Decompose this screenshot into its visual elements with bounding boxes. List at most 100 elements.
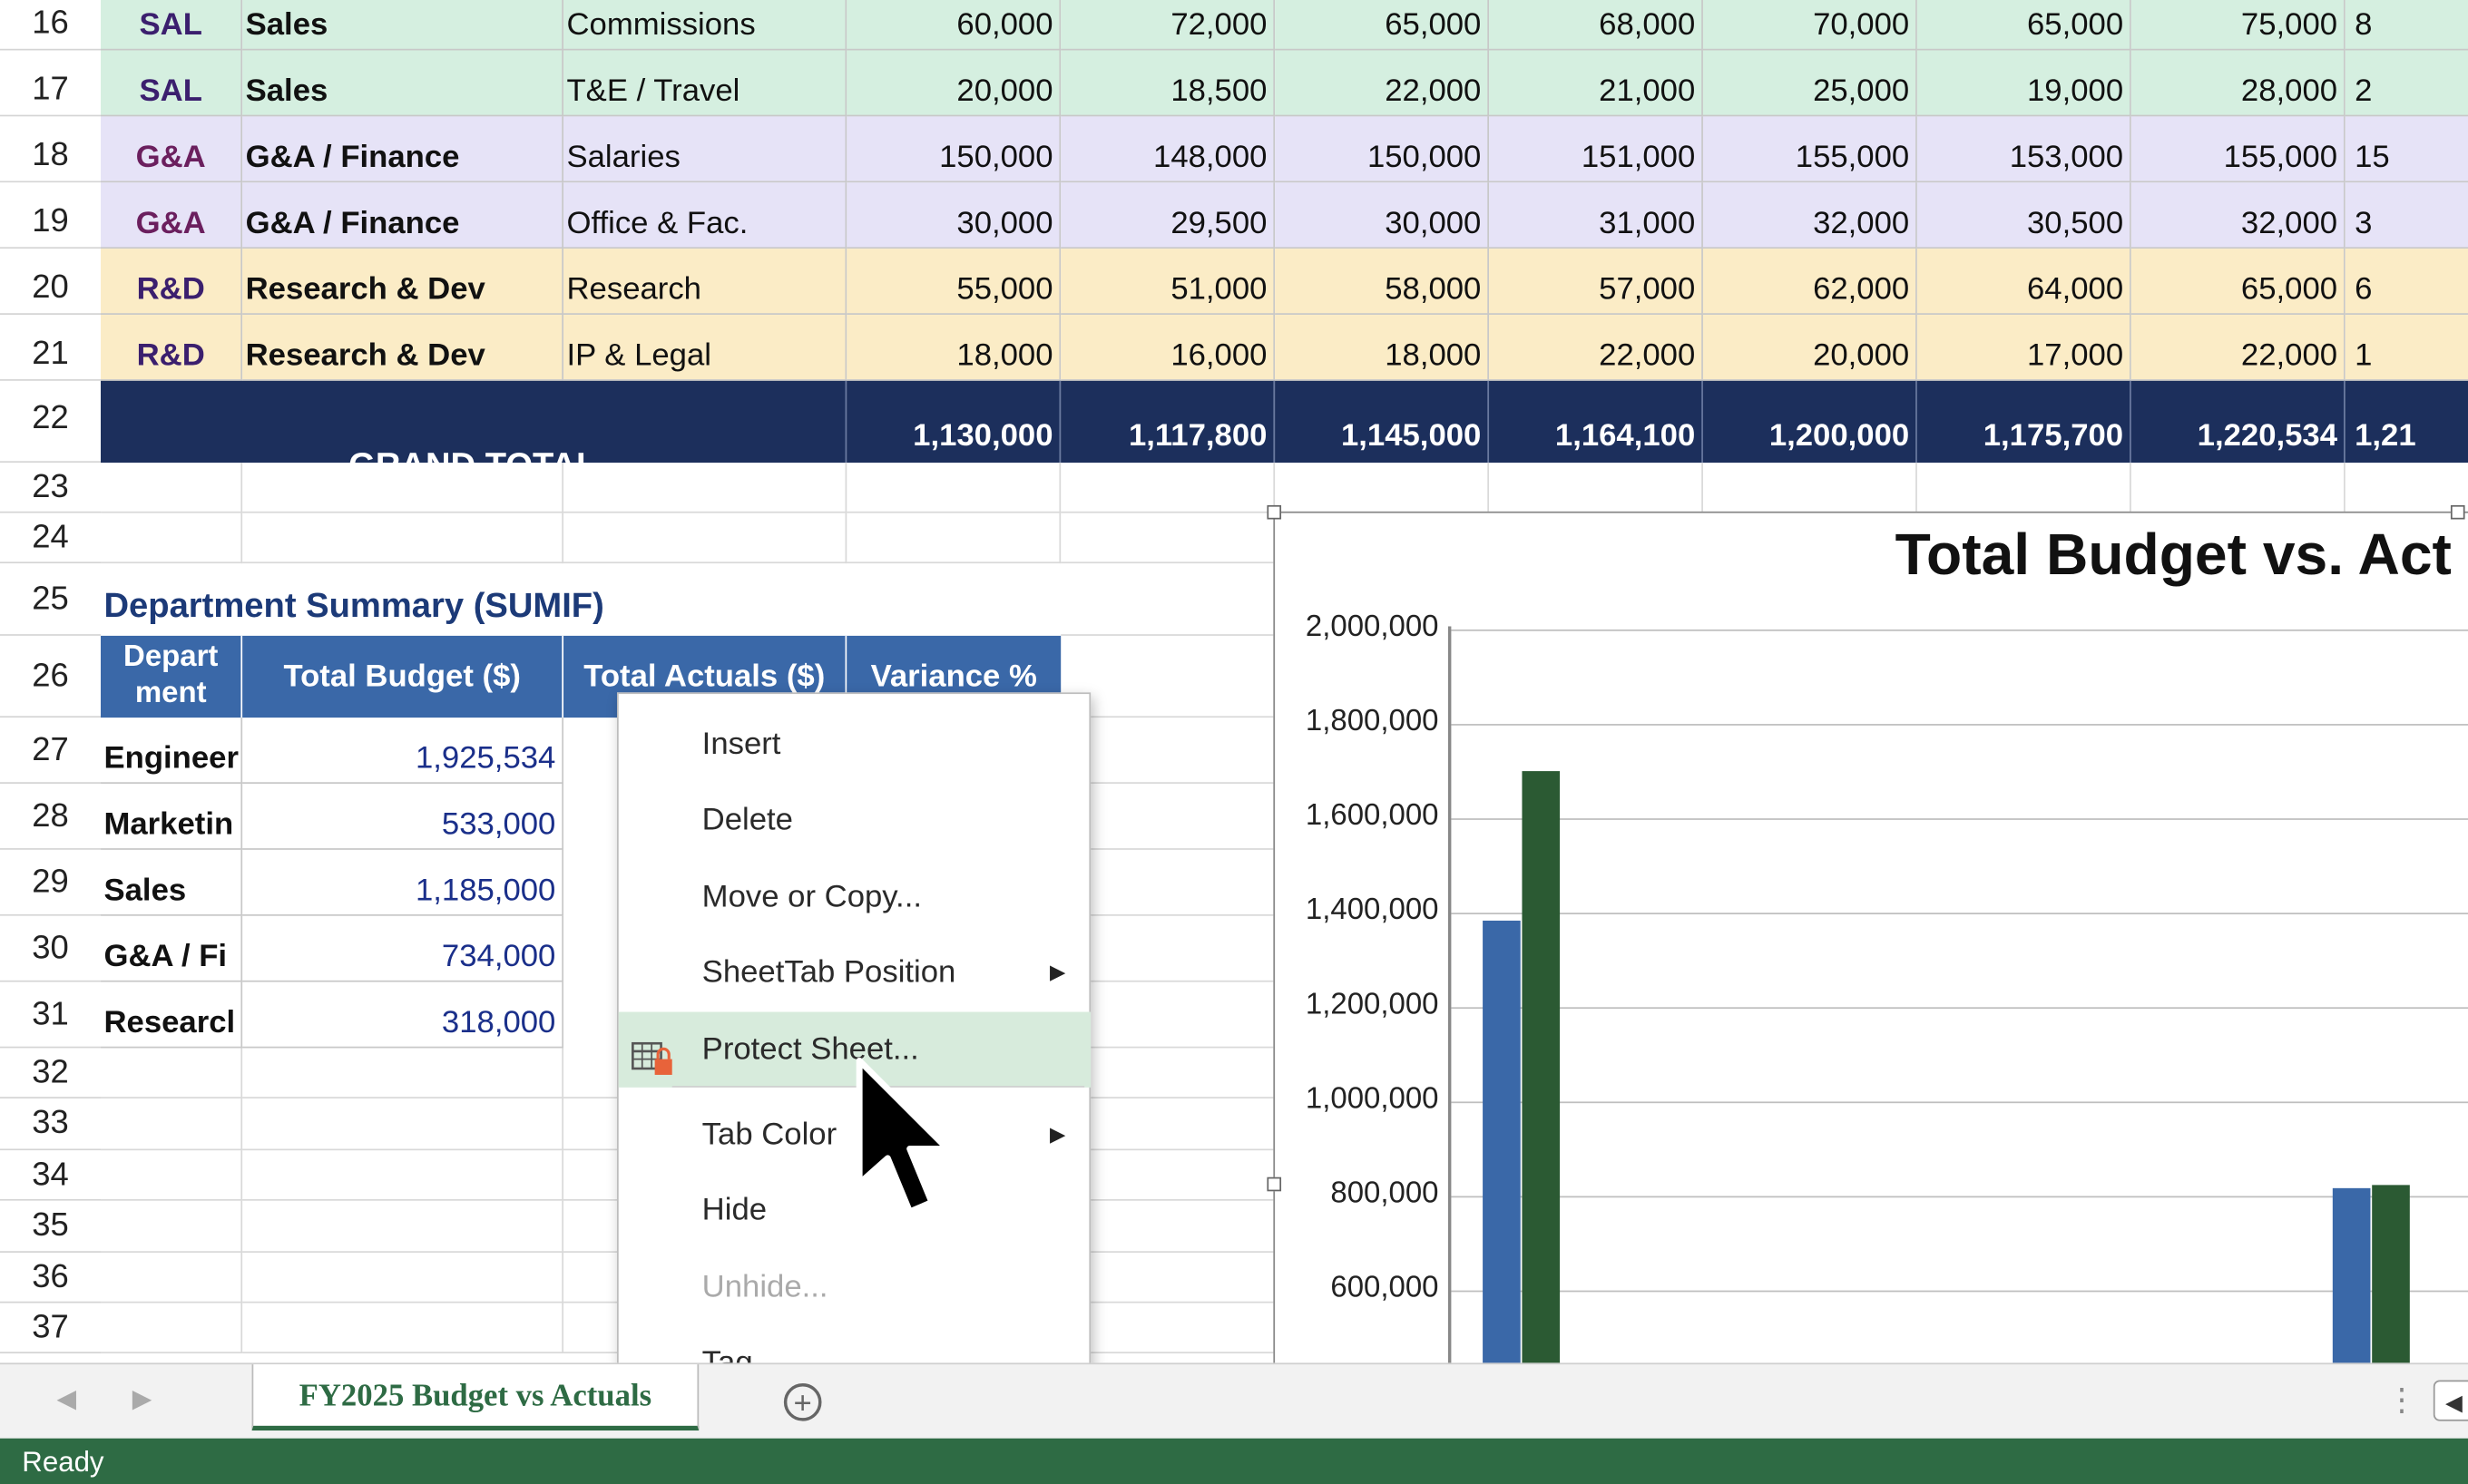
value-cell[interactable]: 65,000	[1916, 0, 2131, 51]
cell[interactable]	[1061, 1201, 1276, 1253]
value-cell[interactable]: 51,000	[1061, 249, 1276, 315]
value-cell[interactable]: 2	[2345, 50, 2468, 117]
row-number[interactable]: 24	[0, 513, 102, 564]
value-cell[interactable]: 75,000	[2130, 0, 2346, 51]
value-cell[interactable]: 21,000	[1489, 50, 1703, 117]
cell[interactable]	[101, 1098, 243, 1150]
cell[interactable]	[563, 513, 847, 564]
summary-title[interactable]: Department Summary (SUMIF)	[103, 585, 603, 626]
cell[interactable]	[101, 1303, 243, 1354]
value-cell[interactable]: 22,000	[1275, 50, 1490, 117]
tab-scroll-right-icon[interactable]: ▶	[132, 1383, 152, 1415]
value-cell[interactable]: 18,500	[1061, 50, 1276, 117]
row-number[interactable]: 20	[0, 249, 102, 315]
row-number[interactable]: 37	[0, 1303, 102, 1354]
cell[interactable]	[242, 1098, 564, 1150]
cell[interactable]	[1275, 463, 1490, 513]
cell[interactable]	[242, 1252, 564, 1303]
row-number[interactable]: 36	[0, 1252, 102, 1303]
dept-name-cell[interactable]: Research & Dev	[242, 314, 564, 381]
summary-header-department[interactable]: Depart ment	[101, 635, 243, 718]
value-cell[interactable]: 65,000	[2130, 249, 2346, 315]
grand-total-value[interactable]: 1,21	[2345, 380, 2468, 464]
summary-budget-cell[interactable]: 533,000	[242, 783, 564, 850]
tab-options-icon[interactable]: ⋮	[2386, 1381, 2418, 1420]
summary-budget-cell[interactable]: 318,000	[242, 981, 564, 1049]
chart-resize-handle[interactable]	[1267, 504, 1282, 520]
summary-dept-cell[interactable]: Researcl	[101, 981, 243, 1049]
cell[interactable]	[242, 1201, 564, 1253]
row-number[interactable]: 19	[0, 182, 102, 249]
dept-code-cell[interactable]: G&A	[101, 182, 243, 249]
summary-header-budget[interactable]: Total Budget ($)	[242, 635, 564, 718]
dept-code-cell[interactable]: G&A	[101, 116, 243, 183]
value-cell[interactable]: 16,000	[1061, 314, 1276, 381]
summary-dept-cell[interactable]: Sales	[101, 849, 243, 916]
value-cell[interactable]: 62,000	[1702, 249, 1917, 315]
value-cell[interactable]: 3	[2345, 182, 2468, 249]
cell[interactable]	[242, 1048, 564, 1099]
grand-total-value[interactable]: 1,220,534	[2130, 380, 2346, 464]
dept-name-cell[interactable]: Sales	[242, 0, 564, 51]
menu-sheettab-position[interactable]: SheetTab Position ▶	[619, 935, 1091, 1010]
summary-budget-cell[interactable]: 1,185,000	[242, 849, 564, 916]
value-cell[interactable]: 32,000	[2130, 182, 2346, 249]
value-cell[interactable]: 155,000	[1702, 116, 1917, 183]
cell[interactable]	[847, 463, 1062, 513]
cell[interactable]	[1061, 915, 1276, 982]
cell[interactable]	[1061, 1098, 1276, 1150]
row-number[interactable]: 33	[0, 1098, 102, 1150]
value-cell[interactable]: 6	[2345, 249, 2468, 315]
cell[interactable]	[1061, 513, 1276, 564]
line-item-cell[interactable]: Office & Fac.	[563, 182, 847, 249]
value-cell[interactable]: 151,000	[1489, 116, 1703, 183]
row-number[interactable]: 34	[0, 1149, 102, 1202]
summary-dept-cell[interactable]: Marketin	[101, 783, 243, 850]
summary-budget-cell[interactable]: 1,925,534	[242, 718, 564, 784]
value-cell[interactable]: 155,000	[2130, 116, 2346, 183]
cell[interactable]	[1061, 563, 1276, 636]
chart-bar[interactable]	[2372, 1186, 2410, 1370]
chart-bar[interactable]	[1483, 920, 1521, 1370]
cell[interactable]	[2131, 463, 2346, 513]
value-cell[interactable]: 20,000	[847, 50, 1062, 117]
chart-resize-handle[interactable]	[2450, 504, 2465, 520]
value-cell[interactable]: 60,000	[847, 0, 1062, 51]
summary-budget-cell[interactable]: 734,000	[242, 915, 564, 982]
cell[interactable]	[101, 1201, 243, 1253]
cell[interactable]	[1061, 718, 1276, 784]
row-number[interactable]: 16	[0, 0, 102, 51]
cell[interactable]	[1061, 463, 1276, 513]
scroll-left-icon[interactable]: ◀	[2433, 1380, 2468, 1421]
value-cell[interactable]: 64,000	[1916, 249, 2131, 315]
cell[interactable]	[1061, 1048, 1276, 1099]
value-cell[interactable]: 30,000	[847, 182, 1062, 249]
dept-name-cell[interactable]: G&A / Finance	[242, 116, 564, 183]
grand-total-value[interactable]: 1,175,700	[1916, 380, 2131, 464]
value-cell[interactable]: 15	[2345, 116, 2468, 183]
cell[interactable]	[101, 463, 243, 513]
value-cell[interactable]: 65,000	[1275, 0, 1490, 51]
line-item-cell[interactable]: Commissions	[563, 0, 847, 51]
cell[interactable]	[563, 463, 847, 513]
cell[interactable]	[1703, 463, 1917, 513]
row-number[interactable]: 25	[0, 563, 102, 636]
value-cell[interactable]: 25,000	[1702, 50, 1917, 117]
menu-delete[interactable]: Delete	[619, 782, 1091, 857]
cell[interactable]	[1917, 463, 2131, 513]
value-cell[interactable]: 55,000	[847, 249, 1062, 315]
value-cell[interactable]: 57,000	[1489, 249, 1703, 315]
value-cell[interactable]: 19,000	[1916, 50, 2131, 117]
cell[interactable]	[101, 1048, 243, 1099]
add-sheet-icon[interactable]: +	[783, 1382, 822, 1421]
line-item-cell[interactable]: Research	[563, 249, 847, 315]
row-number[interactable]: 21	[0, 314, 102, 381]
value-cell[interactable]: 18,000	[847, 314, 1062, 381]
value-cell[interactable]: 70,000	[1702, 0, 1917, 51]
cell[interactable]	[1061, 783, 1276, 850]
value-cell[interactable]: 148,000	[1061, 116, 1276, 183]
cell[interactable]	[101, 513, 243, 564]
value-cell[interactable]: 28,000	[2130, 50, 2346, 117]
row-number[interactable]: 26	[0, 635, 102, 718]
value-cell[interactable]: 30,000	[1275, 182, 1490, 249]
